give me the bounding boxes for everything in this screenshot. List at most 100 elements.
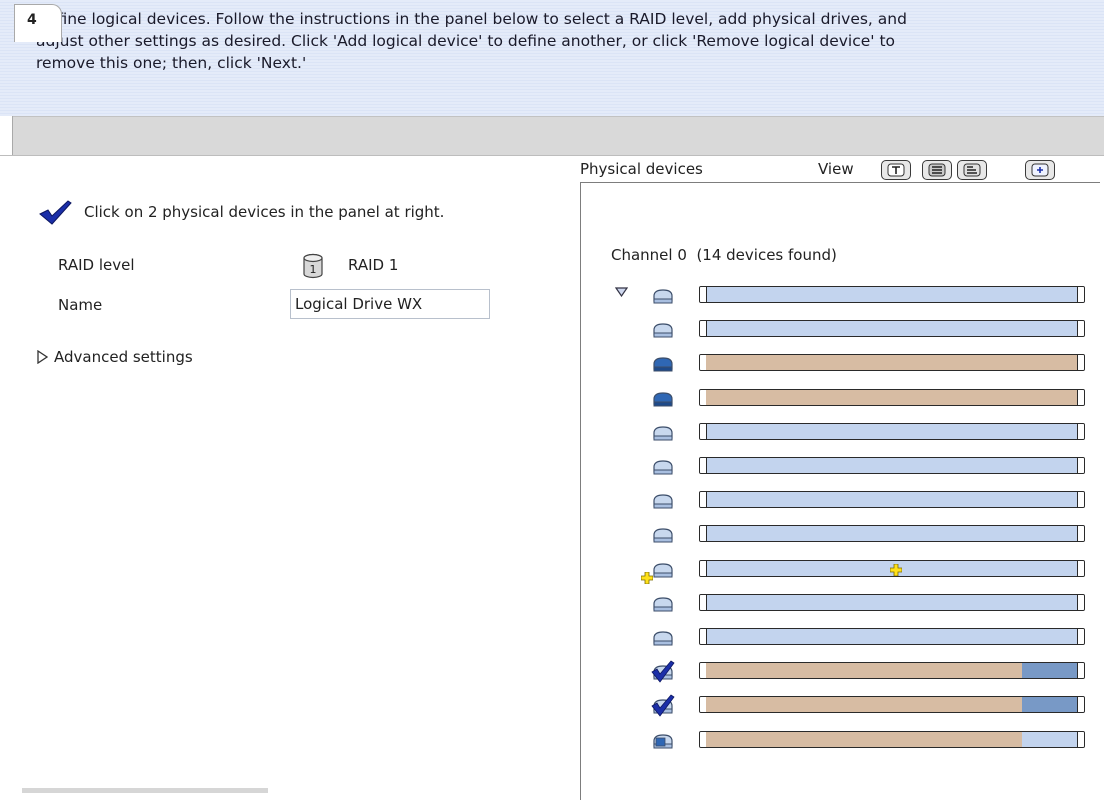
- logical-drive-name-input[interactable]: [290, 289, 490, 319]
- physical-device-row[interactable]: [581, 590, 1101, 616]
- bar-left-cap: [700, 321, 707, 337]
- bar-right-cap: [1077, 731, 1084, 747]
- physical-device-row[interactable]: [581, 316, 1101, 342]
- relative-size-view-button[interactable]: [957, 160, 987, 180]
- drive-selected-icon: [651, 658, 675, 684]
- physical-devices-title: Physical devices: [580, 160, 703, 178]
- full-size-view-button[interactable]: [922, 160, 952, 180]
- checkmark-icon: [39, 200, 72, 225]
- used-space-segment: [706, 663, 1023, 679]
- device-capacity-bar[interactable]: [699, 696, 1085, 714]
- device-capacity-bar[interactable]: [699, 662, 1085, 680]
- tab-logical-device-4[interactable]: 4: [14, 4, 62, 42]
- drive-icon: [651, 419, 675, 445]
- device-capacity-bar[interactable]: [699, 559, 1085, 577]
- advanced-settings-toggle[interactable]: Advanced settings: [36, 348, 193, 366]
- device-capacity-bar[interactable]: [699, 628, 1085, 645]
- full-size-view-icon: [928, 163, 946, 177]
- device-capacity-bar[interactable]: [699, 491, 1085, 509]
- view-label: View: [818, 160, 854, 178]
- add-cursor-icon: [889, 562, 903, 576]
- bar-right-cap: [1077, 287, 1084, 302]
- add-cursor-icon: [640, 570, 654, 584]
- bar-left-cap: [700, 287, 707, 302]
- tab-strip-edge: [0, 116, 13, 155]
- physical-devices-panel: Physical devices View Channel 0 (14 devi…: [578, 155, 1104, 800]
- device-capacity-bar[interactable]: [699, 457, 1085, 474]
- drive-icon: [651, 624, 675, 650]
- requirement-text: Click on 2 physical devices in the panel…: [84, 203, 445, 221]
- device-capacity-bar[interactable]: [699, 422, 1085, 440]
- tab-label: 4: [27, 12, 37, 28]
- raid-icon-digit: 1: [310, 263, 317, 276]
- device-capacity-bar[interactable]: [699, 525, 1085, 543]
- device-capacity-bar[interactable]: [699, 593, 1085, 611]
- bar-right-cap: [1077, 697, 1084, 713]
- channel-header: Channel 0 (14 devices found): [611, 246, 837, 264]
- bar-right-cap: [1077, 389, 1084, 405]
- bar-left-cap: [700, 594, 707, 610]
- selected-space-segment: [1022, 697, 1078, 713]
- drive-icon: [651, 316, 675, 342]
- physical-device-row[interactable]: [581, 419, 1101, 445]
- instructions-line-3: remove this one; then, click 'Next.': [36, 54, 307, 72]
- bar-right-cap: [1077, 321, 1084, 337]
- channel-device-count: (14 devices found): [696, 246, 837, 264]
- expand-all-button[interactable]: [1025, 160, 1055, 180]
- bar-right-cap: [1077, 458, 1084, 473]
- bar-left-cap: [700, 526, 707, 542]
- device-capacity-bar[interactable]: [699, 286, 1085, 303]
- device-capacity-bar[interactable]: [699, 320, 1085, 338]
- bar-left-cap: [700, 423, 707, 439]
- drive-icon: [651, 521, 675, 547]
- physical-device-row[interactable]: [581, 282, 1101, 308]
- bar-left-cap: [700, 492, 707, 508]
- raid-level-value[interactable]: RAID 1: [348, 256, 398, 274]
- bar-left-cap: [700, 629, 707, 644]
- device-capacity-bar[interactable]: [699, 354, 1085, 372]
- horizontal-scrollbar[interactable]: [22, 788, 268, 793]
- physical-device-row[interactable]: [581, 658, 1101, 684]
- requirement-row: Click on 2 physical devices in the panel…: [38, 199, 444, 225]
- instructions-line-1: Define logical devices. Follow the instr…: [36, 10, 907, 28]
- drive-selected-icon: [651, 692, 675, 718]
- relative-size-view-icon: [963, 163, 981, 177]
- drive-icon: [651, 282, 675, 308]
- physical-device-row[interactable]: [581, 521, 1101, 547]
- logical-device-settings-panel: Click on 2 physical devices in the panel…: [0, 155, 578, 796]
- raid-level-label: RAID level: [58, 256, 135, 274]
- instructions-line-2: adjust other settings as desired. Click …: [36, 32, 896, 50]
- expand-all-icon: [1031, 163, 1049, 177]
- physical-device-row[interactable]: [581, 385, 1101, 411]
- bar-right-cap: [1077, 560, 1084, 576]
- used-space-segment: [706, 731, 1023, 747]
- drive-icon: [651, 590, 675, 616]
- tab-strip: [0, 116, 1104, 156]
- device-capacity-bar[interactable]: [699, 730, 1085, 748]
- selected-space-segment: [1022, 663, 1078, 679]
- physical-device-row[interactable]: [581, 350, 1101, 376]
- physical-device-row[interactable]: [581, 453, 1101, 479]
- used-space-segment: [706, 389, 1078, 405]
- text-view-icon: [887, 163, 905, 177]
- bar-right-cap: [1077, 594, 1084, 610]
- physical-devices-list: Channel 0 (14 devices found): [580, 182, 1100, 800]
- name-label: Name: [58, 296, 103, 314]
- device-capacity-bar[interactable]: [699, 388, 1085, 406]
- bar-right-cap: [1077, 355, 1084, 371]
- physical-device-row[interactable]: [581, 692, 1101, 718]
- physical-device-row[interactable]: [581, 727, 1101, 753]
- physical-device-row[interactable]: [581, 556, 1101, 584]
- bar-left-cap: [700, 560, 707, 576]
- physical-device-row[interactable]: [581, 487, 1101, 513]
- advanced-settings-label: Advanced settings: [54, 348, 193, 366]
- raid-level-icon[interactable]: 1: [302, 253, 324, 279]
- bar-left-cap: [700, 458, 707, 473]
- channel-label: Channel 0: [611, 246, 687, 264]
- drive-add-icon: [651, 556, 675, 582]
- drive-partial-icon: [651, 727, 675, 753]
- drive-icon: [651, 453, 675, 479]
- text-view-button[interactable]: [881, 160, 911, 180]
- physical-device-row[interactable]: [581, 624, 1101, 650]
- drive-in-use-icon: [651, 385, 675, 411]
